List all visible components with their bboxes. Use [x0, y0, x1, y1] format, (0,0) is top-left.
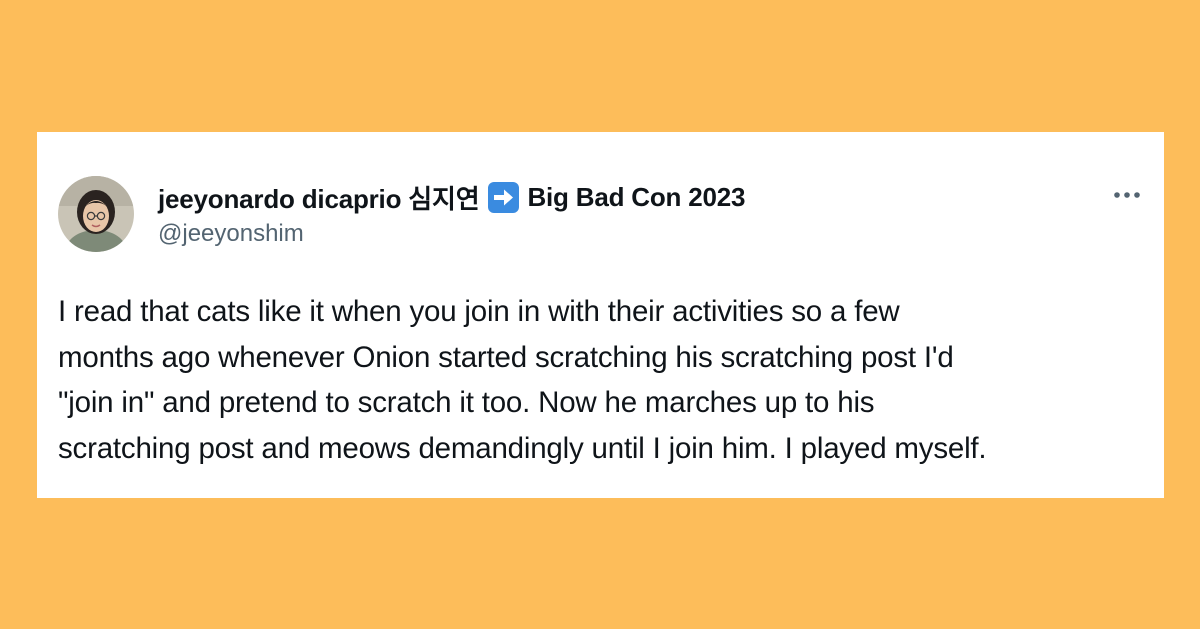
tweet-card: jeeyonardo dicaprio 심지연 Big Bad Con 2023…: [37, 132, 1164, 498]
author-handle[interactable]: @jeeyonshim: [158, 220, 304, 248]
display-name-text: jeeyonardo dicaprio 심지연: [158, 183, 480, 214]
arrow-right-emoji-icon: [487, 181, 520, 214]
tweet-text-line: I read that cats like it when you join i…: [58, 295, 900, 328]
more-options-button[interactable]: [1112, 184, 1142, 206]
tweet-text: I read that cats like it when you join i…: [58, 289, 1148, 471]
profile-photo-icon: [58, 176, 134, 252]
more-horizontal-icon: [1114, 192, 1140, 198]
display-name-event-text: Big Bad Con 2023: [527, 181, 746, 212]
tweet-text-line: scratching post and meows demandingly un…: [58, 431, 987, 465]
author-display-name[interactable]: jeeyonardo dicaprio 심지연 Big Bad Con 2023: [158, 177, 746, 217]
tweet-text-line: "join in" and pretend to scratch it too.…: [58, 386, 875, 419]
avatar[interactable]: [58, 176, 134, 252]
tweet-text-line: months ago whenever Onion started scratc…: [58, 340, 954, 374]
